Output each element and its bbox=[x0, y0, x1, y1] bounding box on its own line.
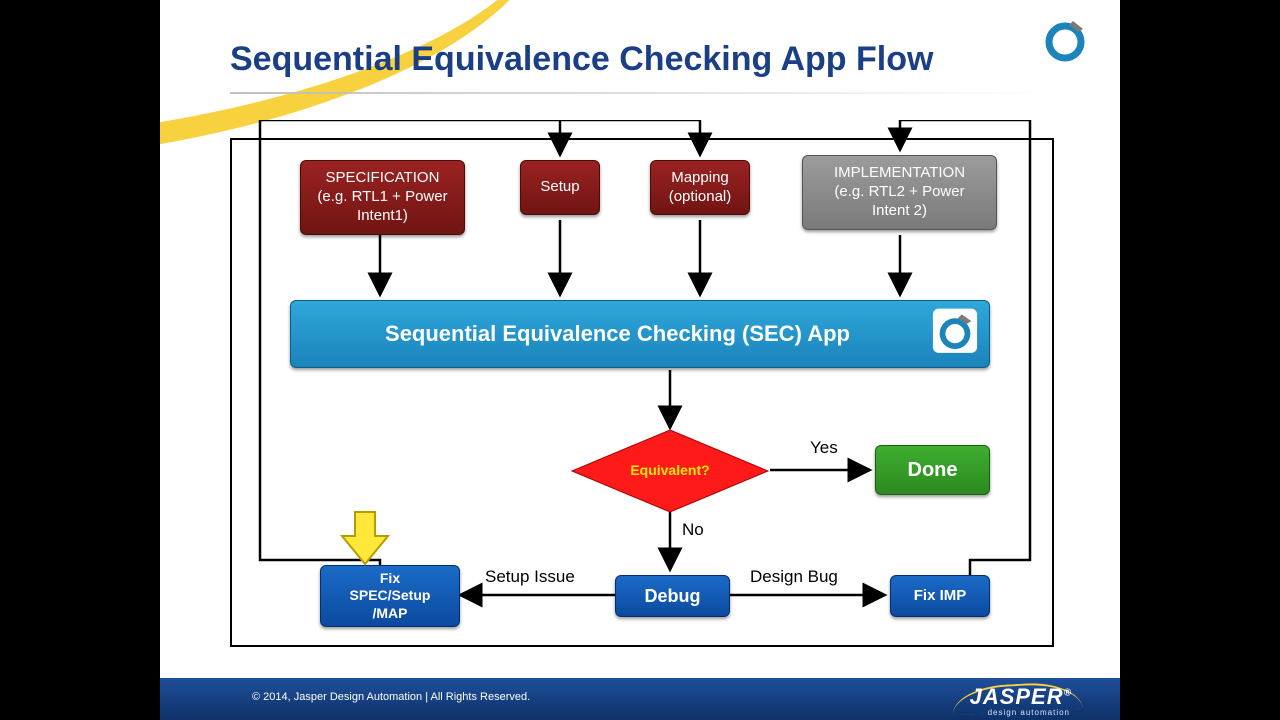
node-mapping: Mapping (optional) bbox=[650, 160, 750, 215]
label-no: No bbox=[682, 520, 704, 540]
node-decision: Equivalent? bbox=[570, 428, 770, 514]
brand-logo: JASPER® bbox=[970, 684, 1072, 710]
footer-bar: © 2014, Jasper Design Automation | All R… bbox=[160, 678, 1120, 720]
node-setup: Setup bbox=[520, 160, 600, 215]
node-fixspec: Fix SPEC/Setup /MAP bbox=[320, 565, 460, 627]
slide-title: Sequential Equivalence Checking App Flow bbox=[230, 40, 933, 79]
node-debug: Debug bbox=[615, 575, 730, 617]
sec-app-badge-icon bbox=[931, 307, 979, 362]
node-sec-app: Sequential Equivalence Checking (SEC) Ap… bbox=[290, 300, 990, 368]
label-setup-issue: Setup Issue bbox=[485, 567, 575, 587]
flow-diagram: SPECIFICATION (e.g. RTL1 + Power Intent1… bbox=[230, 120, 1050, 660]
node-done: Done bbox=[875, 445, 990, 495]
highlight-arrow-icon bbox=[340, 508, 390, 573]
slide: Sequential Equivalence Checking App Flow bbox=[160, 0, 1120, 720]
footer-copyright: © 2014, Jasper Design Automation | All R… bbox=[252, 691, 530, 703]
brand-tagline: design automation bbox=[988, 708, 1070, 717]
node-fiximp: Fix IMP bbox=[890, 575, 990, 617]
label-yes: Yes bbox=[810, 438, 838, 458]
node-implementation: IMPLEMENTATION (e.g. RTL2 + Power Intent… bbox=[802, 155, 997, 230]
label-design-bug: Design Bug bbox=[750, 567, 838, 587]
node-specification: SPECIFICATION (e.g. RTL1 + Power Intent1… bbox=[300, 160, 465, 235]
sec-app-icon bbox=[1040, 14, 1090, 69]
title-underline bbox=[230, 92, 1050, 94]
